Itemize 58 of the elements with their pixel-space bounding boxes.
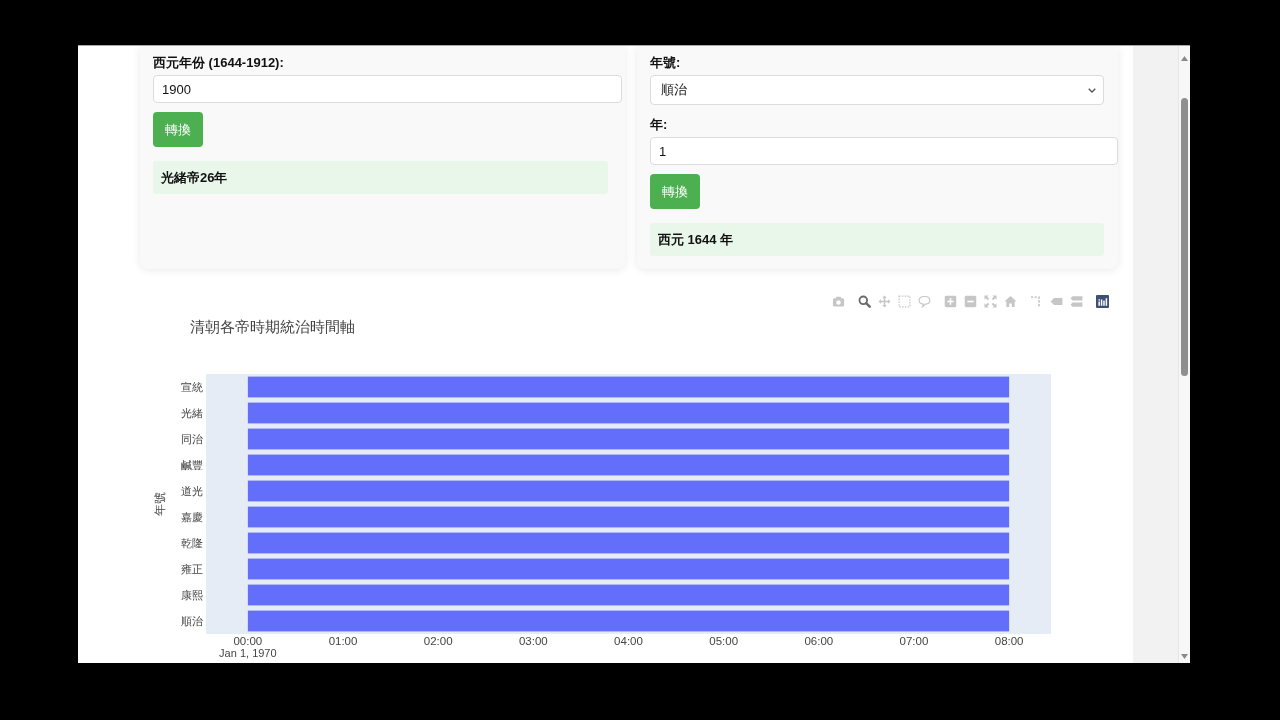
axis-tick-label: 鹹豐 bbox=[181, 458, 203, 471]
axis-tick-label: 同治 bbox=[181, 432, 203, 445]
chart-title: 清朝各帝時期統治時間軸 bbox=[190, 319, 355, 335]
axis-tick-label: 03:00 bbox=[518, 635, 548, 647]
scroll-up-arrow-icon[interactable] bbox=[1181, 56, 1188, 61]
field-label: 西元年份 (1644-1912): bbox=[153, 55, 285, 71]
dashed-rectangle-icon[interactable] bbox=[897, 295, 911, 308]
scrollbar-thumb[interactable] bbox=[1181, 98, 1188, 376]
year-input[interactable]: 1900 bbox=[153, 75, 622, 103]
axis-tick-label: 光緒 bbox=[181, 406, 203, 419]
scroll-down-arrow-icon[interactable] bbox=[1181, 654, 1188, 659]
bar[interactable] bbox=[247, 558, 1010, 580]
axis-tick-label: 康熙 bbox=[181, 588, 203, 601]
field-label: 年: bbox=[650, 117, 669, 133]
bar[interactable] bbox=[247, 506, 1010, 528]
axis-tick-label: 08:00 bbox=[994, 635, 1024, 647]
axis-tick-label: 01:00 bbox=[328, 635, 358, 647]
bar[interactable] bbox=[247, 402, 1010, 424]
axis-tick-label: 00:00 bbox=[233, 635, 263, 647]
bar[interactable] bbox=[247, 610, 1010, 632]
bar[interactable] bbox=[247, 532, 1010, 554]
axis-tick-label: 06:00 bbox=[804, 635, 834, 647]
minus-square-icon[interactable] bbox=[963, 295, 977, 308]
axis-tick-label: 雍正 bbox=[181, 562, 203, 575]
axis-tick-label: 05:00 bbox=[709, 635, 739, 647]
tag-icon[interactable] bbox=[1049, 295, 1063, 308]
axis-tick-label: 乾隆 bbox=[181, 536, 203, 549]
double-tag-icon[interactable] bbox=[1069, 295, 1083, 308]
bar[interactable] bbox=[247, 376, 1010, 398]
year-input[interactable]: 1 bbox=[650, 137, 1118, 165]
bar[interactable] bbox=[247, 454, 1010, 476]
axis-date-label: Jan 1, 1970 bbox=[219, 647, 277, 659]
axis-tick-label: 02:00 bbox=[423, 635, 453, 647]
field-label: 年號: bbox=[650, 55, 682, 71]
era-select[interactable]: 順治 bbox=[650, 75, 1104, 105]
axis-tick-label: 順治 bbox=[181, 614, 203, 627]
axis-tick-label: 04:00 bbox=[614, 635, 643, 647]
result-text: 光緒帝26年 bbox=[153, 161, 608, 194]
bar-chart-logo-icon[interactable] bbox=[1095, 295, 1109, 308]
bar[interactable] bbox=[247, 428, 1010, 450]
camera-icon[interactable] bbox=[831, 295, 845, 308]
lasso-icon[interactable] bbox=[917, 295, 931, 308]
chevron-down-icon bbox=[1088, 87, 1096, 93]
expand-arrows-icon[interactable] bbox=[983, 295, 997, 308]
bar[interactable] bbox=[247, 584, 1010, 606]
axis-tick-label: 道光 bbox=[181, 484, 203, 497]
spike-lines-icon[interactable] bbox=[1029, 295, 1043, 308]
move-arrows-icon[interactable] bbox=[877, 295, 891, 308]
axis-tick-label: 宣統 bbox=[181, 380, 203, 393]
axis-tick-label: 07:00 bbox=[899, 635, 929, 647]
scrollbar[interactable] bbox=[1178, 46, 1190, 663]
result-text: 西元 1644 年 bbox=[650, 223, 1104, 256]
home-icon[interactable] bbox=[1003, 295, 1017, 308]
plus-square-icon[interactable] bbox=[943, 295, 957, 308]
bar[interactable] bbox=[247, 480, 1010, 502]
axis-tick-label: 嘉慶 bbox=[181, 510, 203, 523]
magnifier-icon[interactable] bbox=[857, 295, 871, 308]
axis-title: 年號 bbox=[153, 492, 167, 516]
